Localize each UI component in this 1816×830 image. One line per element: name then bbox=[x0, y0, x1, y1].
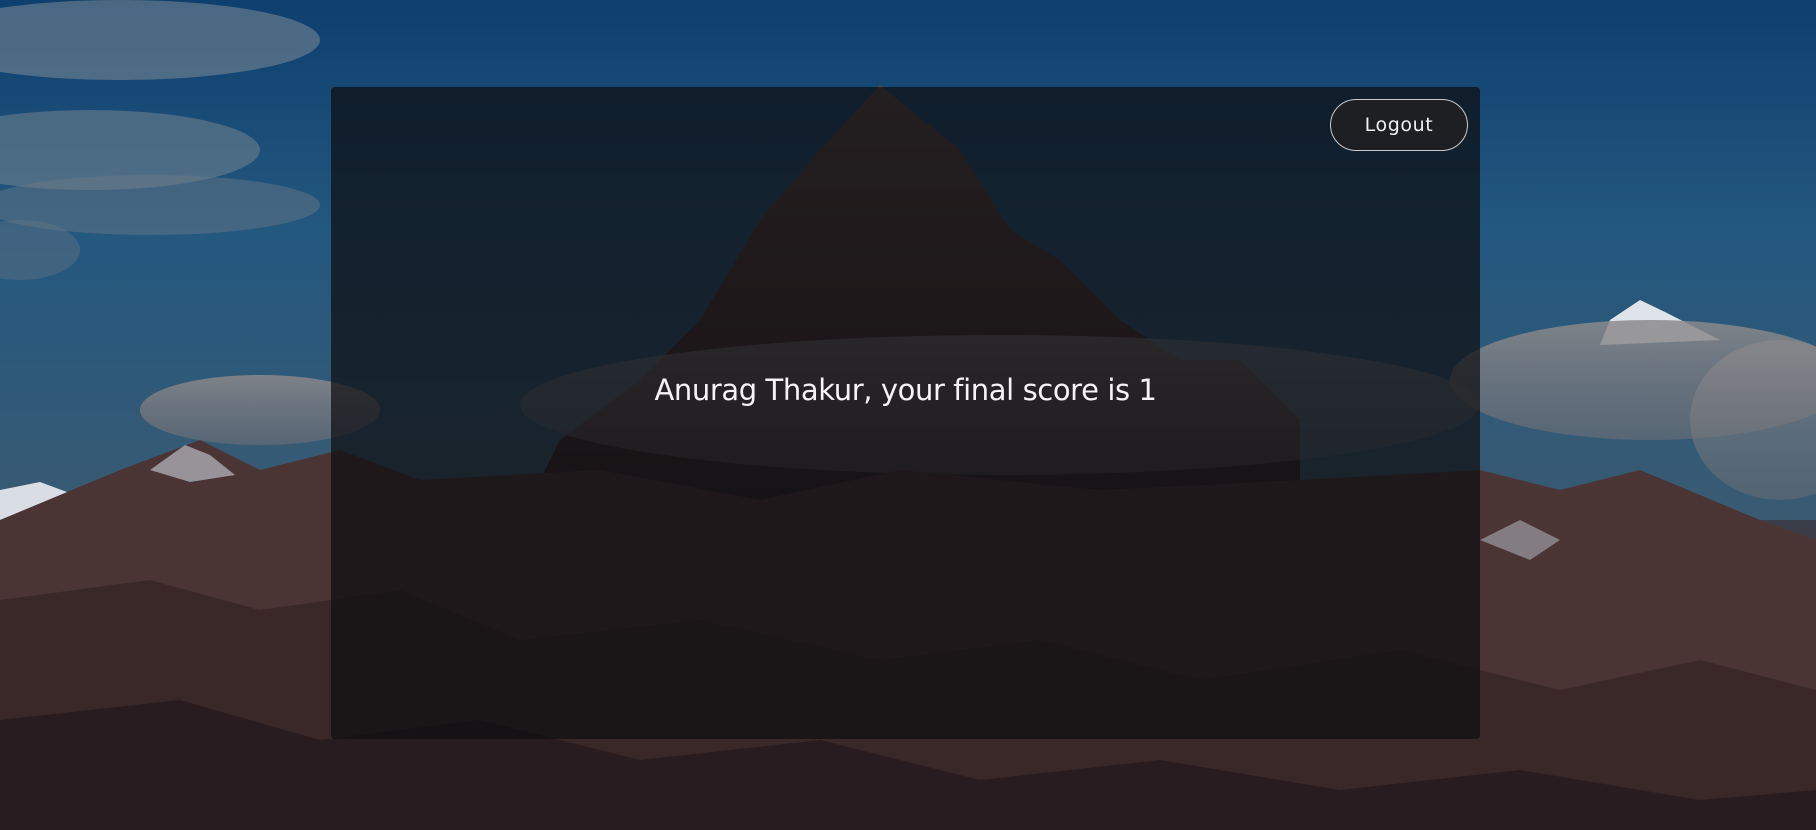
final-score-message: Anurag Thakur, your final score is 1 bbox=[654, 373, 1157, 407]
logout-button[interactable]: Logout bbox=[1330, 99, 1468, 151]
score-card: Logout Anurag Thakur, your final score i… bbox=[331, 87, 1480, 739]
